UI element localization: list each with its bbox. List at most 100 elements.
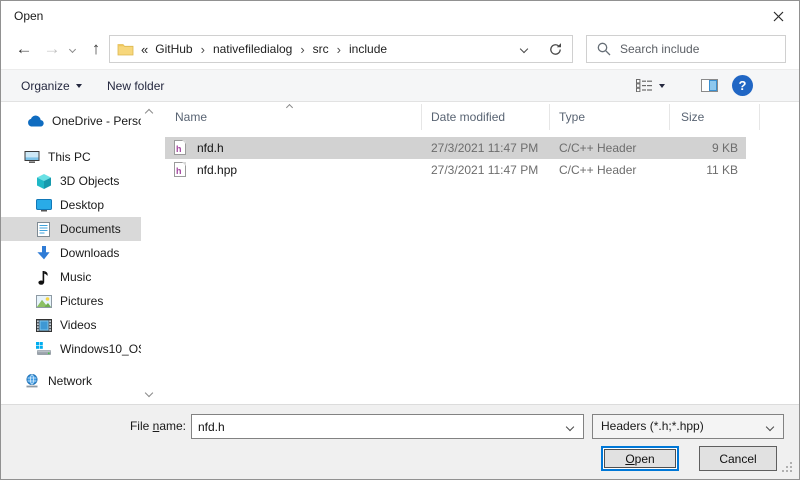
column-divider[interactable] <box>549 104 550 130</box>
organize-label: Organize <box>21 79 70 93</box>
sidebar-item-label: Desktop <box>60 198 104 212</box>
column-divider[interactable] <box>669 104 670 130</box>
column-header-size[interactable]: Size <box>681 108 704 126</box>
file-name-input[interactable] <box>192 415 562 438</box>
sidebar-item-label: OneDrive - Person <box>52 114 141 128</box>
organize-menu-button[interactable]: Organize <box>21 70 82 101</box>
sidebar-item-label: This PC <box>48 150 91 164</box>
column-header-name[interactable]: Name <box>175 108 207 126</box>
documents-icon <box>35 222 52 237</box>
sidebar-item-onedrive[interactable]: OneDrive - Person <box>1 109 141 133</box>
film-icon <box>35 319 52 332</box>
sidebar-item-label: Network <box>48 374 92 388</box>
breadcrumb-item-github[interactable]: GitHub <box>155 42 192 56</box>
sidebar-item-videos[interactable]: Videos <box>1 313 141 337</box>
help-button[interactable]: ? <box>732 70 753 101</box>
file-type-combobox[interactable]: Headers (*.h;*.hpp) <box>592 414 784 439</box>
sidebar-item-this-pc[interactable]: This PC <box>1 145 141 169</box>
up-button[interactable]: ↑ <box>83 31 109 67</box>
sidebar-item-label: Windows10_OS ( <box>60 342 141 356</box>
preview-pane-button[interactable] <box>701 70 718 101</box>
window-title: Open <box>14 9 43 23</box>
breadcrumb-item-src[interactable]: src <box>313 42 329 56</box>
sidebar-item-documents[interactable]: Documents <box>1 217 141 241</box>
download-arrow-icon <box>35 246 52 260</box>
column-header-type[interactable]: Type <box>559 108 585 126</box>
file-type: C/C++ Header <box>559 140 636 156</box>
file-name-combobox <box>191 414 584 439</box>
search-icon <box>597 42 611 56</box>
close-icon <box>773 11 784 22</box>
address-bar[interactable]: « GitHub › nativefiledialog › src › incl… <box>109 35 540 63</box>
file-size: 11 KB <box>658 162 738 178</box>
sidebar-item-3d-objects[interactable]: 3D Objects <box>1 169 141 193</box>
file-list: Name Date modified Type Size h nfd.h 27/… <box>159 102 798 404</box>
navigation-pane: OneDrive - Person This PC 3D Objects Des… <box>1 102 141 404</box>
sidebar-scrollbar[interactable] <box>141 102 158 404</box>
cancel-button[interactable]: Cancel <box>699 446 777 471</box>
network-globe-icon <box>23 374 40 388</box>
breadcrumb-separator: › <box>336 42 342 57</box>
search-box <box>586 35 786 63</box>
column-divider[interactable] <box>421 104 422 130</box>
music-note-icon <box>35 270 52 285</box>
refresh-button[interactable] <box>539 35 573 63</box>
file-date-modified: 27/3/2021 11:47 PM <box>431 162 538 178</box>
sidebar-item-network[interactable]: Network <box>1 369 141 393</box>
scroll-up-icon[interactable] <box>145 109 153 117</box>
file-type-dropdown-icon <box>766 423 774 431</box>
back-button[interactable]: ← <box>11 31 37 67</box>
sidebar-item-music[interactable]: Music <box>1 265 141 289</box>
file-size: 9 KB <box>658 140 738 156</box>
file-date-modified: 27/3/2021 11:47 PM <box>431 140 538 156</box>
file-row-nfd-hpp[interactable]: h nfd.hpp 27/3/2021 11:47 PM C/C++ Heade… <box>165 159 746 181</box>
preview-pane-icon <box>701 79 718 92</box>
recent-locations-button[interactable] <box>63 31 81 67</box>
header-file-icon: h <box>174 162 186 177</box>
file-type: C/C++ Header <box>559 162 636 178</box>
open-button[interactable]: Open <box>601 446 679 471</box>
resize-grip-icon[interactable] <box>790 470 792 472</box>
new-folder-label: New folder <box>107 79 164 93</box>
sidebar-item-downloads[interactable]: Downloads <box>1 241 141 265</box>
chevron-down-icon <box>68 45 75 52</box>
scroll-down-icon[interactable] <box>145 389 153 397</box>
file-name: nfd.h <box>197 140 224 156</box>
column-divider[interactable] <box>759 104 760 130</box>
search-input[interactable] <box>620 42 777 56</box>
breadcrumb-overflow[interactable]: « <box>141 42 148 57</box>
navigation-bar: ← → ↑ « GitHub › nativefiledialog › src … <box>1 31 799 69</box>
breadcrumb-separator: › <box>200 42 206 57</box>
help-icon: ? <box>732 75 753 96</box>
breadcrumb-item-nativefiledialog[interactable]: nativefiledialog <box>213 42 292 56</box>
title-bar: Open <box>1 1 799 31</box>
open-dialog-window: Open ← → ↑ « GitHub › nativefiledialog ›… <box>0 0 800 480</box>
sidebar-item-label: Documents <box>60 222 121 236</box>
folder-icon <box>117 42 134 56</box>
sidebar-item-label: Downloads <box>60 246 119 260</box>
details-view-icon <box>636 79 653 92</box>
cloud-icon <box>27 115 44 127</box>
picture-icon <box>35 295 52 308</box>
sidebar-item-pictures[interactable]: Pictures <box>1 289 141 313</box>
file-name-dropdown-icon[interactable] <box>566 423 574 431</box>
sidebar-item-windows10-os[interactable]: Windows10_OS ( <box>1 337 141 361</box>
breadcrumb-item-include[interactable]: include <box>349 42 387 56</box>
sidebar-item-desktop[interactable]: Desktop <box>1 193 141 217</box>
refresh-icon <box>548 42 563 57</box>
address-dropdown-icon[interactable] <box>520 45 528 53</box>
hard-drive-icon <box>35 342 52 356</box>
file-row-nfd-h[interactable]: h nfd.h 27/3/2021 11:47 PM C/C++ Header … <box>165 137 746 159</box>
new-folder-button[interactable]: New folder <box>107 70 164 101</box>
change-view-button[interactable] <box>636 70 665 101</box>
desktop-icon <box>35 199 52 212</box>
chevron-down-icon <box>76 84 82 88</box>
sort-ascending-icon <box>286 104 293 111</box>
chevron-down-icon <box>659 84 665 88</box>
file-type-value: Headers (*.h;*.hpp) <box>601 415 704 438</box>
file-name-label: File name: <box>1 414 186 439</box>
close-button[interactable] <box>757 1 799 31</box>
open-button-label: Open <box>604 449 676 468</box>
forward-button[interactable]: → <box>39 31 65 67</box>
column-header-date-modified[interactable]: Date modified <box>431 108 505 126</box>
